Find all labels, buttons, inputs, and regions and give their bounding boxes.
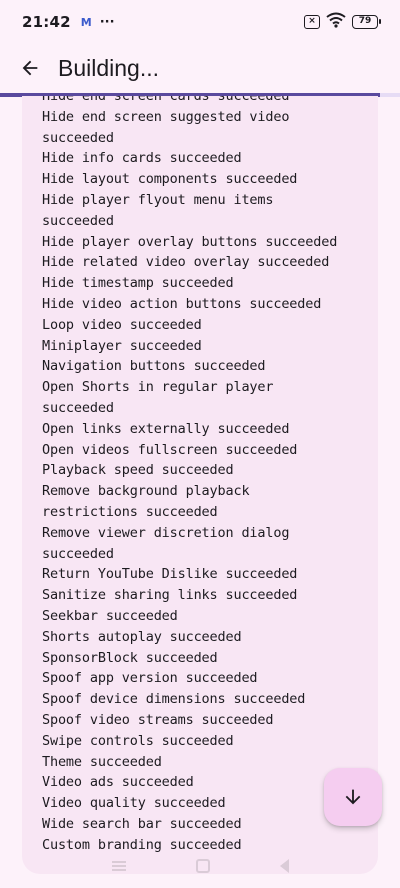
log-line: Hide related video overlay succeeded [42,254,330,271]
nav-back-icon[interactable] [279,859,289,873]
log-line: Open links externally succeeded [42,420,290,437]
build-log-card[interactable]: Hide end screen cards succeeded Hide end … [22,96,378,874]
log-line: Return YouTube Dislike succeeded [42,566,298,583]
no-sim-icon: × [304,15,320,29]
battery-icon: 79 [352,15,381,29]
log-line: Miniplayer succeeded [42,337,202,354]
status-bar: 21:42 M ··· × 79 [0,0,400,44]
log-line: succeeded [42,545,114,562]
log-line: Open Shorts in regular player [42,379,274,396]
log-line: Hide end screen suggested video [42,108,290,125]
more-notifications-icon: ··· [99,14,115,30]
log-line: Hide info cards succeeded [42,150,242,167]
log-line: restrictions succeeded [42,503,218,520]
log-line: Hide timestamp succeeded [42,275,234,292]
log-line: Sanitize sharing links succeeded [42,587,298,604]
log-line: SponsorBlock succeeded [42,649,218,666]
log-line: Swipe controls succeeded [42,732,234,749]
scroll-to-bottom-button[interactable] [324,768,382,826]
log-line: Seekbar succeeded [42,607,178,624]
back-button[interactable] [16,54,44,82]
log-line: Open videos fullscreen succeeded [42,441,298,458]
log-line: Wide search bar succeeded [42,815,242,832]
log-line: Spoof app version succeeded [42,670,258,687]
log-line: Loop video succeeded [42,316,202,333]
log-line: Navigation buttons succeeded [42,358,266,375]
status-time: 21:42 [22,13,71,31]
log-line: Theme succeeded [42,753,162,770]
app-bar: Building... [0,44,400,92]
log-line: Custom branding succeeded [42,836,242,853]
log-line: Remove viewer discretion dialog [42,524,290,541]
home-icon[interactable] [195,859,210,873]
log-line: Shorts autoplay succeeded [42,628,242,645]
log-line: Spoof video streams succeeded [42,711,274,728]
log-line: succeeded [42,212,114,229]
log-line: Hide player overlay buttons succeeded [42,233,338,250]
gmail-notification-icon: M [80,15,92,29]
log-line: Hide player flyout menu items [42,191,274,208]
log-line: Hide layout components succeeded [42,171,298,188]
page-title: Building... [58,54,160,81]
log-line: Spoof device dimensions succeeded [42,691,306,708]
recents-icon[interactable] [111,861,126,871]
arrow-back-icon [22,60,38,76]
log-line: succeeded [42,399,114,416]
wifi-icon [326,12,346,32]
log-line: succeeded [42,129,114,146]
log-line: Remove background playback [42,483,250,500]
log-line: Video quality succeeded [42,795,226,812]
log-line: Video ads succeeded [42,774,194,791]
log-line: Playback speed succeeded [42,462,234,479]
build-log-list: Hide end screen cards succeeded Hide end … [42,96,368,855]
status-icons: × 79 [304,12,381,32]
log-line: Hide video action buttons succeeded [42,295,322,312]
log-line: Hide end screen cards succeeded [42,96,290,104]
system-navigation-bar [0,854,400,878]
arrow-down-icon [345,789,361,805]
